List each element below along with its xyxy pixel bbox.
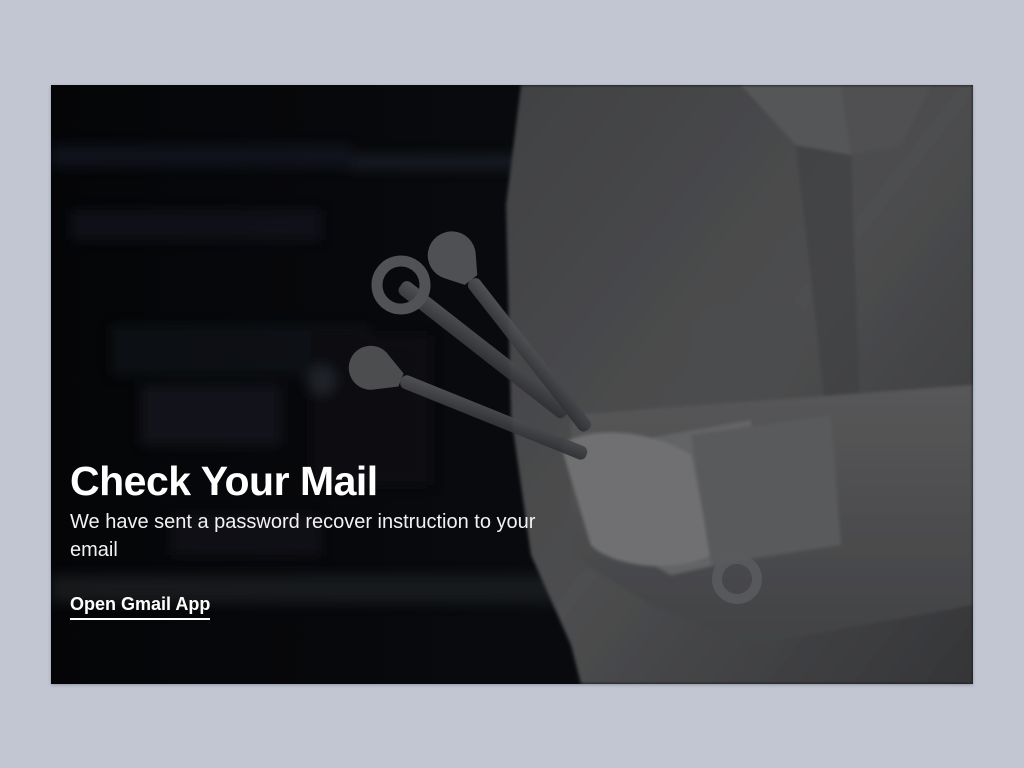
instruction-text: We have sent a password recover instruct… — [70, 511, 536, 561]
mail-message: Check Your Mail We have sent a password … — [70, 457, 570, 620]
open-gmail-link[interactable]: Open Gmail App — [70, 594, 211, 620]
page-title: Check Your Mail — [70, 458, 378, 504]
check-mail-card: Check Your Mail We have sent a password … — [51, 85, 973, 684]
